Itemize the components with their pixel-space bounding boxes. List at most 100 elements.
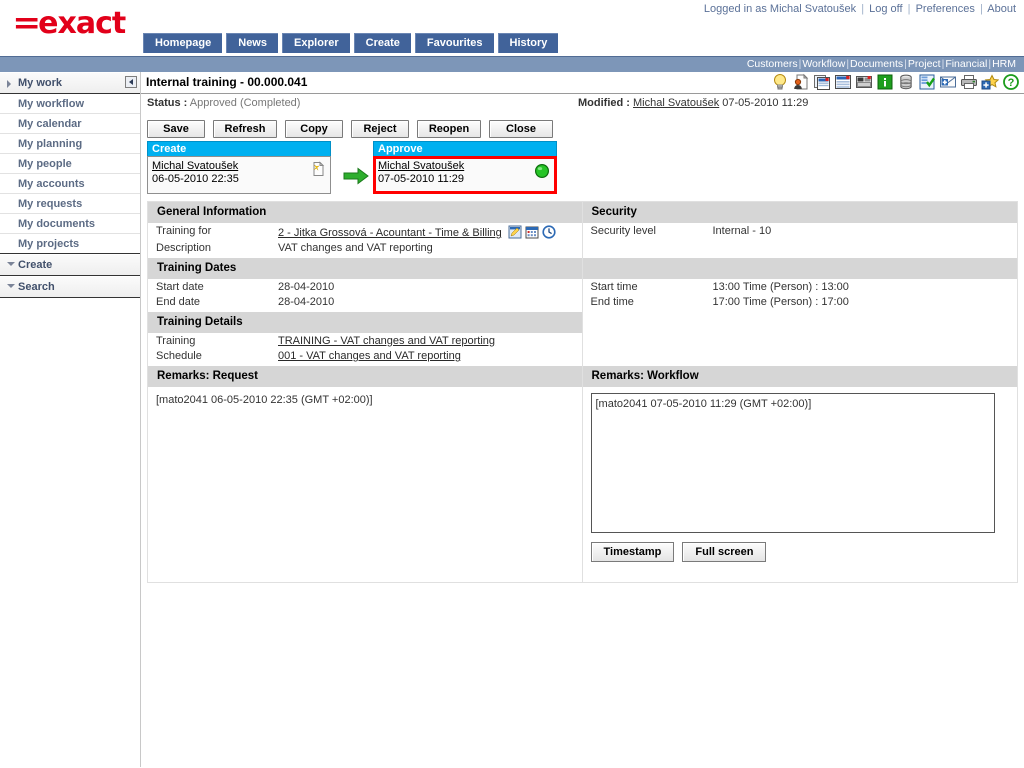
timestamp-button[interactable]: Timestamp — [590, 542, 675, 562]
sidebar-item-my-projects[interactable]: My projects — [0, 234, 140, 254]
workflow-step-body[interactable]: Michal Svatoušek 07-05-2010 11:29 — [373, 156, 557, 194]
workflow-arrow-icon — [343, 167, 369, 185]
sidebar-item-my-documents[interactable]: My documents — [0, 214, 140, 234]
workflow-step-user-link[interactable]: Michal Svatoušek — [152, 160, 238, 172]
green-status-ball-icon — [534, 163, 550, 179]
panel-training-times: Start time 13:00 Time (Person) : 13:00 E… — [582, 258, 1018, 312]
reopen-button[interactable]: Reopen — [417, 120, 481, 138]
panel-training-details-spacer — [582, 312, 1017, 366]
sub-navigation: Customers|Workflow|Documents|Project|Fin… — [0, 56, 1024, 72]
add-favourite-icon[interactable] — [981, 73, 999, 91]
chevron-right-icon — [7, 80, 11, 88]
calendar-icon[interactable] — [525, 225, 539, 239]
subnav-hrm[interactable]: HRM — [992, 58, 1016, 70]
field-training-for: Training for 2 - Jitka Grossová - Acount… — [148, 223, 582, 240]
sidebar-group-search[interactable]: Search — [0, 276, 140, 298]
section-title-empty — [582, 258, 1017, 279]
panel-remarks-request: Remarks: Request [mato2041 06-05-2010 22… — [148, 366, 583, 582]
subnav-documents[interactable]: Documents — [850, 58, 903, 70]
panel-security: Security Security level Internal - 10 — [582, 202, 1018, 258]
action-button-bar: Save Refresh Copy Reject Reopen Close — [141, 114, 1024, 138]
status-label: Status : — [147, 97, 188, 109]
field-label: Training — [156, 335, 196, 347]
nav-tab-history[interactable]: History — [497, 33, 559, 53]
refresh-button[interactable]: Refresh — [213, 120, 277, 138]
sidebar-item-my-planning[interactable]: My planning — [0, 134, 140, 154]
remarks-workflow-textarea[interactable] — [590, 393, 995, 533]
field-label: Description — [156, 242, 212, 254]
preferences-link[interactable]: Preferences — [916, 3, 975, 15]
nav-tab-news[interactable]: News — [226, 33, 278, 53]
remarks-button-bar: Timestamp Full screen — [583, 536, 1018, 570]
logo-wordmark: exact — [38, 6, 126, 41]
panel-row-remarks: Remarks: Request [mato2041 06-05-2010 22… — [148, 366, 1017, 582]
sidebar-item-my-accounts[interactable]: My accounts — [0, 174, 140, 194]
field-value: VAT changes and VAT reporting — [278, 242, 433, 254]
field-action-icons — [508, 225, 556, 239]
lightbulb-icon[interactable] — [771, 73, 789, 91]
attachments-icon[interactable] — [855, 73, 873, 91]
log-off-link[interactable]: Log off — [869, 3, 902, 15]
training-for-link[interactable]: 2 - Jitka Grossová - Acountant - Time & … — [278, 227, 502, 239]
copy-records-icon[interactable] — [813, 73, 831, 91]
section-title: Remarks: Workflow — [582, 366, 1017, 387]
workflow-step-user-link[interactable]: Michal Svatoušek — [378, 160, 464, 172]
copy-button[interactable]: Copy — [285, 120, 343, 138]
section-title: Remarks: Request — [148, 366, 582, 387]
list-details-icon[interactable] — [834, 73, 852, 91]
sidebar-item-my-people[interactable]: My people — [0, 154, 140, 174]
field-value: 13:00 Time (Person) : 13:00 — [712, 281, 849, 293]
sidebar-group-create[interactable]: Create — [0, 254, 140, 276]
subnav-financial[interactable]: Financial — [945, 58, 987, 70]
save-button[interactable]: Save — [147, 120, 205, 138]
edit-pencil-icon[interactable] — [508, 225, 522, 239]
modified-label: Modified : — [578, 97, 630, 109]
sidebar-collapse-button[interactable] — [125, 76, 137, 88]
nav-tab-create[interactable]: Create — [353, 33, 411, 53]
close-button[interactable]: Close — [489, 120, 553, 138]
main-navigation: Homepage News Explorer Create Favourites… — [143, 33, 559, 53]
full-screen-button[interactable]: Full screen — [682, 542, 767, 562]
new-document-icon — [313, 161, 325, 176]
workflow-step-create: Create Michal Svatoušek 06-05-2010 22:35 — [147, 141, 331, 194]
reject-button[interactable]: Reject — [351, 120, 409, 138]
sidebar: My work My workflow My calendar My plann… — [0, 72, 141, 767]
nav-tab-favourites[interactable]: Favourites — [414, 33, 494, 53]
print-icon[interactable] — [960, 73, 978, 91]
modified-user-link[interactable]: Michal Svatoušek — [633, 97, 719, 109]
nav-tab-homepage[interactable]: Homepage — [143, 33, 223, 53]
schedule-link[interactable]: 001 - VAT changes and VAT reporting — [278, 350, 461, 362]
field-label: Start time — [590, 281, 638, 293]
sidebar-group-my-work[interactable]: My work — [0, 72, 140, 94]
database-icon[interactable] — [897, 73, 915, 91]
about-link[interactable]: About — [987, 3, 1016, 15]
sidebar-item-my-workflow[interactable]: My workflow — [0, 94, 140, 114]
modified-block: Modified : Michal Svatoušek 07-05-2010 1… — [578, 97, 808, 109]
chevron-down-icon — [7, 284, 15, 288]
field-value: 17:00 Time (Person) : 17:00 — [712, 296, 849, 308]
subnav-project[interactable]: Project — [908, 58, 941, 70]
field-security-level: Security level Internal - 10 — [583, 223, 1018, 238]
panel-row-general: General Information Training for 2 - Jit… — [148, 202, 1017, 258]
checklist-icon[interactable] — [918, 73, 936, 91]
sidebar-group-label: My work — [18, 77, 63, 89]
send-email-icon[interactable] — [939, 73, 957, 91]
training-link[interactable]: TRAINING - VAT changes and VAT reporting — [278, 335, 495, 347]
sidebar-item-my-requests[interactable]: My requests — [0, 194, 140, 214]
help-icon[interactable]: ? — [1002, 73, 1020, 91]
info-icon[interactable] — [876, 73, 894, 91]
field-start-time: Start time 13:00 Time (Person) : 13:00 — [583, 279, 1018, 294]
section-title: Security — [582, 202, 1017, 223]
field-value: 28-04-2010 — [278, 281, 335, 293]
nav-tab-explorer[interactable]: Explorer — [282, 33, 350, 53]
subnav-workflow[interactable]: Workflow — [802, 58, 845, 70]
remarks-request-text: [mato2041 06-05-2010 22:35 (GMT +02:00)] — [156, 394, 373, 406]
field-label: End time — [590, 296, 634, 308]
person-document-icon[interactable] — [792, 73, 810, 91]
sidebar-item-my-calendar[interactable]: My calendar — [0, 114, 140, 134]
clock-icon[interactable] — [542, 225, 556, 239]
field-value: TRAINING - VAT changes and VAT reporting — [278, 335, 495, 347]
field-value: 28-04-2010 — [278, 296, 335, 308]
workflow-step-body[interactable]: Michal Svatoušek 06-05-2010 22:35 — [147, 156, 331, 194]
subnav-customers[interactable]: Customers — [747, 58, 798, 70]
